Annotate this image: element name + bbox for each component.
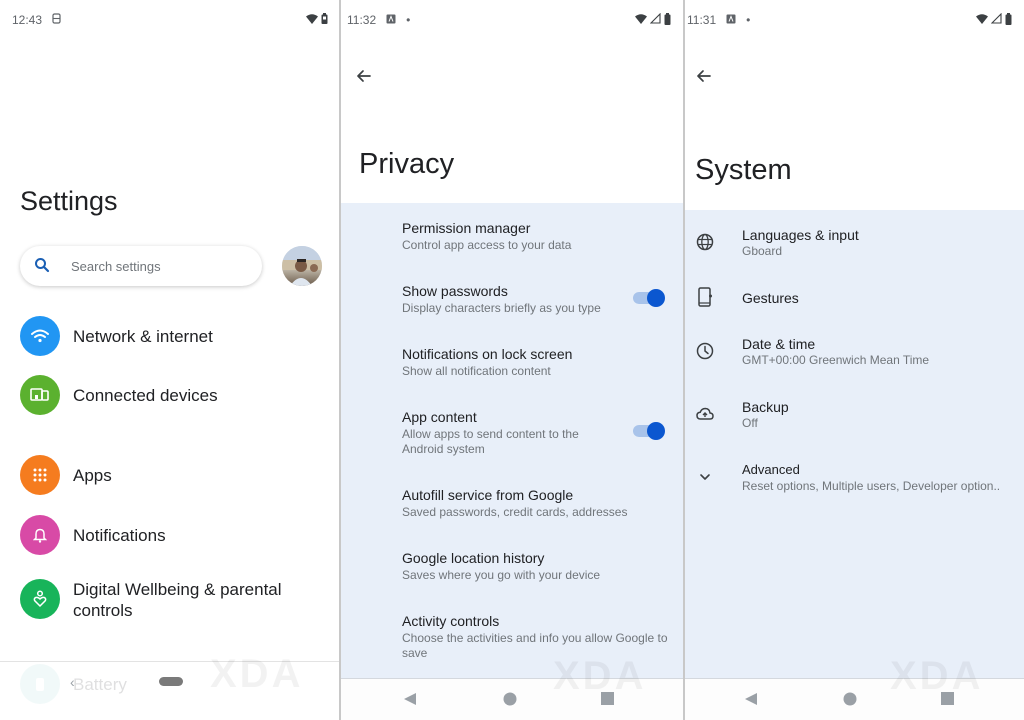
item-subtitle: Control app access to your data <box>402 238 572 252</box>
wellbeing-icon <box>20 579 60 619</box>
settings-screen: 12:43 Settings Search settings Network & <box>0 0 340 720</box>
item-title: Backup <box>742 399 789 415</box>
item-title: Gestures <box>742 290 799 306</box>
item-subtitle: Reset options, Multiple users, Developer… <box>742 479 1001 493</box>
sim-icon <box>52 13 61 27</box>
signal-icon <box>649 12 661 27</box>
status-time: 12:43 <box>12 13 43 27</box>
back-gesture-hint-icon: ‹ <box>70 674 75 690</box>
status-bar: 12:43 <box>12 11 328 29</box>
item-subtitle: Allow apps to send content to the Androi… <box>402 427 579 456</box>
privacy-item-app-content[interactable]: App content Allow apps to send content t… <box>402 408 593 457</box>
a-icon <box>386 13 396 27</box>
system-item-languages[interactable]: Languages & input Gboard <box>685 226 1024 278</box>
privacy-item-permission-manager[interactable]: Permission manager Control app access to… <box>402 219 673 253</box>
privacy-item-show-passwords[interactable]: Show passwords Display characters briefl… <box>402 282 623 316</box>
system-item-advanced[interactable]: Advanced Reset options, Multiple users, … <box>685 461 1024 513</box>
gestures-phone-icon <box>695 286 715 307</box>
item-subtitle: Saves where you go with your device <box>402 568 601 582</box>
system-item-backup[interactable]: Backup Off <box>685 398 1024 450</box>
system-item-date-time[interactable]: Date & time GMT+00:00 Greenwich Mean Tim… <box>685 335 1024 387</box>
nav-home-icon[interactable] <box>503 692 517 711</box>
item-title: Show passwords <box>402 283 508 299</box>
chevron-down-icon <box>695 467 715 487</box>
privacy-item-lock-screen-notifications[interactable]: Notifications on lock screen Show all no… <box>402 345 673 379</box>
system-screen: 11:31 • System Languages & input Gboard … <box>685 0 1024 720</box>
settings-item-connected-devices[interactable]: Connected devices <box>20 375 330 415</box>
settings-item-digital-wellbeing[interactable]: Digital Wellbeing & parental controls <box>20 579 330 621</box>
privacy-item-location-history[interactable]: Google location history Saves where you … <box>402 549 673 583</box>
item-title: Permission manager <box>402 220 531 236</box>
item-subtitle: Show all notification content <box>402 364 551 378</box>
apps-grid-icon <box>20 455 60 495</box>
settings-item-label: Apps <box>73 466 112 485</box>
notification-dot: • <box>746 13 751 27</box>
cloud-upload-icon <box>695 404 715 424</box>
watermark: XDA <box>890 654 984 698</box>
item-title: Languages & input <box>742 227 859 243</box>
battery-icon <box>321 13 328 27</box>
item-title: Notifications on lock screen <box>402 346 573 362</box>
watermark: XDA <box>210 652 304 696</box>
search-icon <box>34 257 50 278</box>
settings-item-network[interactable]: Network & internet <box>20 316 330 356</box>
nav-back-icon[interactable] <box>403 692 417 711</box>
wifi-icon <box>635 13 647 27</box>
wifi-icon <box>976 13 988 27</box>
nav-back-icon[interactable] <box>744 692 758 711</box>
status-time: 11:32 <box>347 13 377 27</box>
a-icon <box>726 13 736 27</box>
show-passwords-toggle[interactable] <box>633 287 665 307</box>
privacy-item-autofill[interactable]: Autofill service from Google Saved passw… <box>402 486 673 520</box>
system-item-gestures[interactable]: Gestures <box>685 286 1024 341</box>
page-title: System <box>695 154 792 186</box>
item-title: App content <box>402 409 477 425</box>
globe-icon <box>695 232 715 252</box>
page-title: Settings <box>20 186 118 216</box>
signal-icon <box>990 12 1002 27</box>
clock-icon <box>695 341 715 361</box>
status-bar: 11:32 • <box>347 11 671 29</box>
wifi-icon <box>306 13 318 27</box>
home-gesture-pill[interactable] <box>159 677 183 686</box>
item-title: Date & time <box>742 336 816 352</box>
item-subtitle: Display characters briefly as you type <box>402 301 601 315</box>
privacy-screen: 11:32 • Privacy Permission manager Contr… <box>341 0 683 720</box>
page-title: Privacy <box>359 148 455 180</box>
nav-home-icon[interactable] <box>843 692 857 711</box>
devices-icon <box>20 375 60 415</box>
battery-icon <box>664 12 671 28</box>
item-title: Advanced <box>742 462 800 477</box>
item-subtitle: Off <box>742 416 758 430</box>
status-time: 11:31 <box>687 13 717 27</box>
item-subtitle: Saved passwords, credit cards, addresses <box>402 505 628 519</box>
back-arrow-icon[interactable] <box>354 66 378 90</box>
bell-icon <box>20 515 60 555</box>
item-subtitle: GMT+00:00 Greenwich Mean Time <box>742 353 930 367</box>
item-title: Autofill service from Google <box>402 487 574 503</box>
watermark: XDA <box>553 654 647 698</box>
status-bar: 11:31 • <box>687 11 1012 29</box>
item-title: Google location history <box>402 550 545 566</box>
item-subtitle: Gboard <box>742 244 783 258</box>
settings-item-label: Connected devices <box>73 386 218 405</box>
app-content-toggle[interactable] <box>633 420 665 440</box>
search-input[interactable]: Search settings <box>71 259 161 274</box>
item-title: Activity controls <box>402 613 500 629</box>
back-arrow-icon[interactable] <box>694 66 718 90</box>
settings-item-notifications[interactable]: Notifications <box>20 515 330 555</box>
wifi-icon <box>20 316 60 356</box>
settings-item-label: Digital Wellbeing & parental controls <box>73 580 282 620</box>
settings-item-label: Notifications <box>73 526 166 545</box>
settings-item-apps[interactable]: Apps <box>20 455 330 495</box>
search-bar[interactable]: Search settings <box>20 246 262 286</box>
user-avatar[interactable] <box>282 246 322 286</box>
notification-dot: • <box>406 13 411 27</box>
battery-icon <box>1005 12 1012 28</box>
settings-item-label: Network & internet <box>73 327 213 346</box>
